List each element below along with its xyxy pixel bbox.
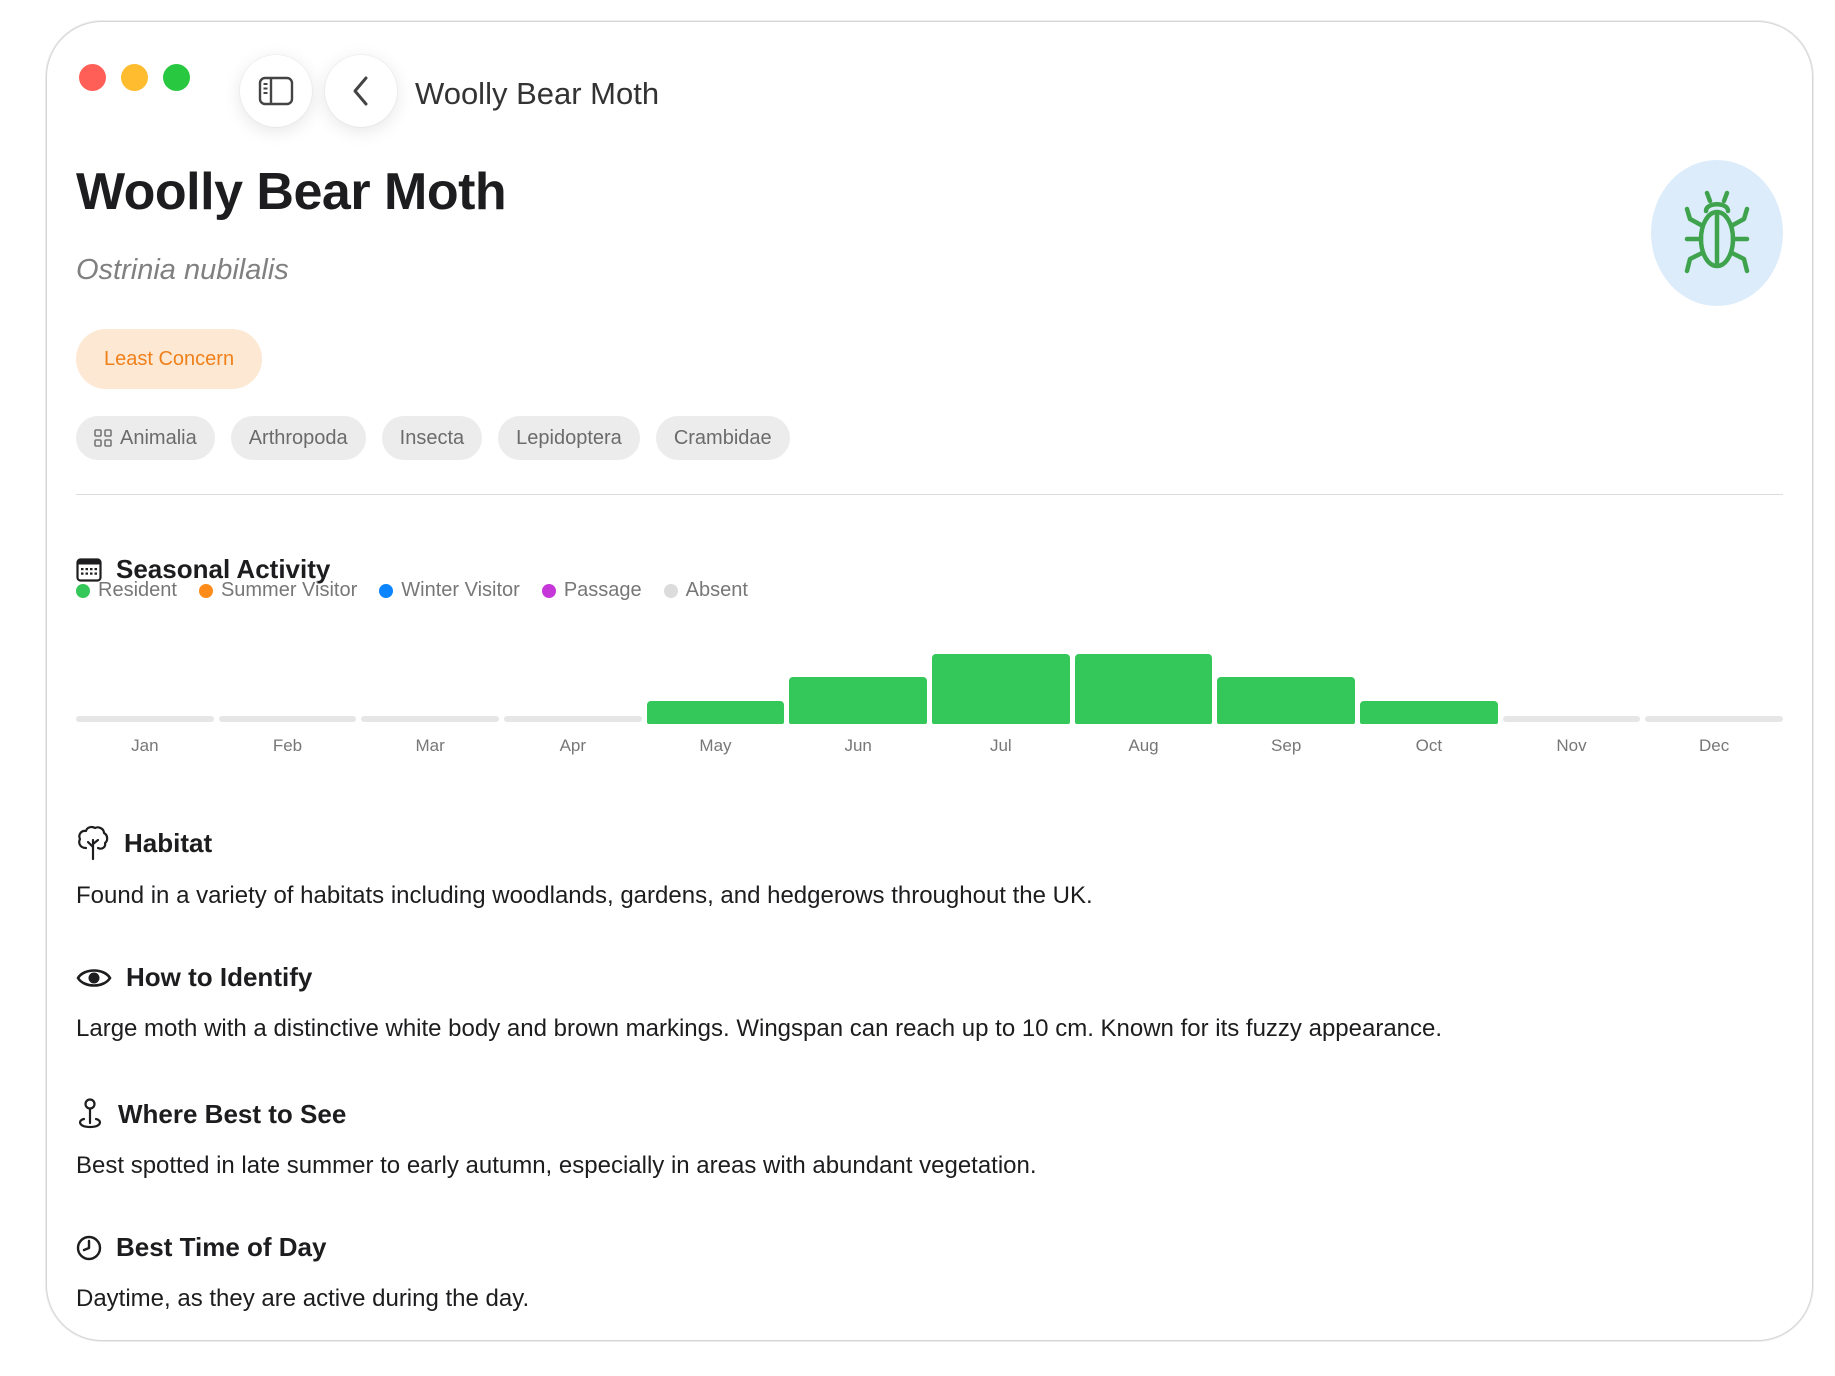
activity-bar bbox=[646, 700, 785, 724]
sidebar-toggle-button[interactable] bbox=[240, 55, 312, 127]
month-column: Jul bbox=[932, 622, 1070, 772]
chip-label: Crambidae bbox=[673, 426, 772, 449]
legend-dot bbox=[198, 583, 213, 598]
section-title: Where Best to See bbox=[118, 1098, 347, 1129]
sidebar-icon bbox=[258, 76, 294, 106]
scientific-name: Ostrinia nubilalis bbox=[76, 254, 289, 286]
month-column: Apr bbox=[504, 622, 642, 772]
legend-dot bbox=[76, 583, 90, 598]
legend-dot bbox=[541, 583, 556, 598]
chip-class[interactable]: Insecta bbox=[381, 416, 483, 460]
legend-item: Winter Visitor bbox=[379, 579, 520, 602]
habitat-heading: Habitat bbox=[76, 825, 212, 861]
month-label: Jul bbox=[989, 736, 1012, 755]
app-window: Woolly Bear Moth Woolly Bear Moth Ostrin… bbox=[46, 21, 1813, 1341]
legend-item: Absent bbox=[663, 579, 748, 602]
absent-bar bbox=[218, 716, 357, 722]
legend-label: Passage bbox=[563, 579, 642, 601]
page-title: Woolly Bear Moth bbox=[76, 163, 507, 221]
section-title: Habitat bbox=[124, 827, 213, 858]
month-column: Dec bbox=[1645, 622, 1783, 772]
legend-label: Resident bbox=[98, 579, 177, 601]
habitat-text: Found in a variety of habitats including… bbox=[76, 882, 1093, 909]
activity-bar bbox=[932, 654, 1070, 724]
absent-bar bbox=[361, 716, 499, 722]
chip-order[interactable]: Lepidoptera bbox=[498, 416, 640, 460]
chart-legend: Resident Summer Visitor Winter Visitor Pass… bbox=[76, 579, 748, 602]
zoom-window-button[interactable] bbox=[163, 64, 190, 91]
legend-dot bbox=[663, 583, 678, 598]
activity-bar bbox=[1217, 677, 1355, 724]
month-column: Nov bbox=[1502, 622, 1641, 772]
identify-heading: How to Identify bbox=[76, 962, 312, 993]
absent-bar bbox=[1502, 716, 1641, 722]
month-label: Jan bbox=[131, 736, 159, 755]
absent-bar bbox=[504, 716, 642, 722]
month-column: Sep bbox=[1217, 622, 1355, 772]
window-title: Woolly Bear Moth bbox=[415, 76, 660, 111]
back-button[interactable] bbox=[325, 55, 397, 127]
month-column: Oct bbox=[1360, 622, 1498, 772]
window-controls bbox=[79, 64, 190, 91]
chip-family[interactable]: Crambidae bbox=[655, 416, 790, 460]
legend-item: Summer Visitor bbox=[198, 579, 358, 602]
month-label: Apr bbox=[559, 736, 587, 755]
seasonal-chart: Jan Feb Mar Apr May Jun Jul Aug Sep Oct Nov Dec bbox=[76, 622, 1783, 772]
chip-label: Arthropoda bbox=[248, 426, 348, 449]
calendar-icon bbox=[76, 557, 102, 582]
time-text: Daytime, as they are active during the d… bbox=[76, 1285, 530, 1312]
month-label: Nov bbox=[1556, 736, 1587, 755]
where-text: Best spotted in late summer to early aut… bbox=[76, 1152, 1037, 1179]
species-avatar bbox=[1651, 160, 1783, 306]
legend-dot bbox=[379, 583, 394, 598]
clock-icon bbox=[76, 1235, 102, 1260]
legend-label: Summer Visitor bbox=[220, 579, 358, 601]
chip-label: Animalia bbox=[120, 426, 197, 449]
absent-bar bbox=[76, 716, 214, 722]
taxonomy-chips: Animalia Arthropoda Insecta Lepidoptera … bbox=[76, 416, 790, 460]
legend-item: Passage bbox=[541, 579, 642, 602]
month-column: Jan bbox=[76, 622, 214, 772]
divider bbox=[76, 494, 1783, 495]
chip-kingdom[interactable]: Animalia bbox=[76, 416, 215, 460]
month-column: May bbox=[646, 622, 785, 772]
month-label: Sep bbox=[1271, 736, 1302, 755]
month-column: Jun bbox=[789, 622, 927, 772]
map-pin-icon bbox=[79, 1098, 101, 1129]
month-column: Mar bbox=[361, 622, 499, 772]
legend-item: Resident bbox=[76, 579, 177, 602]
month-column: Aug bbox=[1074, 622, 1213, 772]
eye-icon bbox=[76, 968, 112, 987]
legend-label: Winter Visitor bbox=[401, 579, 520, 601]
identify-text: Large moth with a distinctive white body… bbox=[76, 1015, 1443, 1042]
conservation-status-badge: Least Concern bbox=[76, 329, 263, 389]
chip-label: Insecta bbox=[399, 426, 465, 449]
month-label: Jun bbox=[844, 736, 872, 755]
section-title: Best Time of Day bbox=[116, 1232, 327, 1262]
month-label: Feb bbox=[272, 736, 303, 755]
minimize-window-button[interactable] bbox=[121, 64, 148, 91]
absent-bar bbox=[1645, 716, 1783, 722]
month-label: Aug bbox=[1128, 736, 1159, 755]
section-title: How to Identify bbox=[126, 962, 313, 992]
activity-bar bbox=[1360, 700, 1498, 724]
chevron-left-icon bbox=[353, 76, 368, 106]
month-column: Feb bbox=[218, 622, 357, 772]
month-label: Mar bbox=[415, 736, 445, 755]
where-heading: Where Best to See bbox=[76, 1098, 346, 1130]
month-label: May bbox=[699, 736, 732, 755]
tree-icon bbox=[78, 825, 109, 861]
close-window-button[interactable] bbox=[79, 64, 106, 91]
activity-bar bbox=[789, 677, 927, 724]
grid-icon bbox=[94, 429, 112, 447]
bug-icon bbox=[1684, 190, 1750, 274]
month-label: Oct bbox=[1415, 736, 1443, 755]
month-label: Dec bbox=[1699, 736, 1730, 755]
chip-phylum[interactable]: Arthropoda bbox=[230, 416, 366, 460]
chip-label: Lepidoptera bbox=[516, 426, 622, 449]
activity-bar bbox=[1074, 654, 1213, 724]
time-heading: Best Time of Day bbox=[76, 1232, 326, 1263]
legend-label: Absent bbox=[685, 579, 748, 601]
